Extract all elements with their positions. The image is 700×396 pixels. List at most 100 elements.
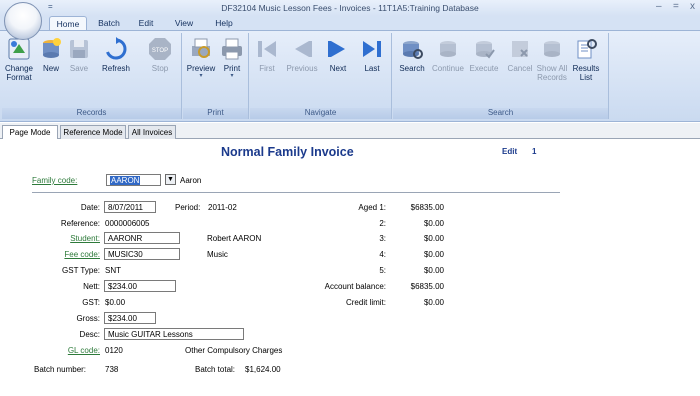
- batch-total-value: $1,624.00: [245, 365, 281, 374]
- student-field[interactable]: AARONR: [104, 232, 180, 244]
- aged1-label: Aged 1:: [358, 203, 386, 212]
- aged1-value: $6835.00: [410, 203, 444, 212]
- family-code-link[interactable]: Family code:: [32, 176, 77, 185]
- previous-record-icon: [295, 41, 312, 57]
- gl-code-description: Other Compulsory Charges: [185, 346, 283, 355]
- aged2-value: $0.00: [423, 219, 444, 228]
- records-group-label: Records: [2, 108, 181, 119]
- minimize-button[interactable]: –: [656, 1, 662, 12]
- credit-limit-value: $0.00: [423, 298, 444, 307]
- tab-help[interactable]: Help: [210, 16, 238, 30]
- next-button[interactable]: Next: [322, 34, 354, 106]
- gl-code-value: 0120: [105, 346, 123, 355]
- navigate-group: First Previous Next Last Navigate: [250, 33, 392, 119]
- continue-search-icon: [440, 41, 456, 57]
- desc-field[interactable]: Music GUITAR Lessons: [104, 328, 244, 340]
- batch-total-label: Batch total:: [195, 365, 236, 374]
- last-record-icon: [363, 41, 381, 57]
- records-group: Change Format New Save Refresh STOP Stop…: [2, 33, 182, 119]
- close-button[interactable]: x: [690, 1, 695, 12]
- gl-code-link[interactable]: GL code:: [36, 346, 100, 355]
- next-record-icon: [328, 41, 345, 57]
- tab-edit[interactable]: Edit: [133, 16, 159, 30]
- new-button[interactable]: New: [38, 34, 64, 106]
- gross-field[interactable]: $234.00: [104, 312, 156, 324]
- print-button[interactable]: Print ▾: [217, 34, 247, 106]
- aged3-value: $0.00: [423, 234, 444, 243]
- stop-icon: STOP: [149, 38, 171, 60]
- aged5-value: $0.00: [423, 266, 444, 275]
- ribbon-tab-bar: Home Batch Edit View Help: [0, 16, 700, 30]
- preview-button[interactable]: Preview ▾: [185, 34, 217, 106]
- save-icon: [70, 40, 88, 58]
- student-name: Robert AARON: [207, 234, 262, 243]
- tab-all-invoices[interactable]: All Invoices: [128, 125, 176, 139]
- continue-button[interactable]: Continue: [429, 34, 467, 106]
- change-format-icon: [8, 38, 30, 60]
- previous-button[interactable]: Previous: [284, 34, 320, 106]
- tab-page-mode[interactable]: Page Mode: [2, 125, 58, 140]
- navigate-group-label: Navigate: [250, 108, 391, 119]
- family-code-dropdown-button[interactable]: ▼: [165, 174, 176, 185]
- student-link[interactable]: Student:: [36, 234, 100, 243]
- first-record-icon: [258, 41, 276, 57]
- fee-code-description: Music: [207, 250, 228, 259]
- cancel-search-icon: [512, 41, 528, 57]
- tab-reference-mode[interactable]: Reference Mode: [60, 125, 126, 139]
- tab-batch[interactable]: Batch: [94, 16, 124, 30]
- family-code-field[interactable]: AARON: [106, 174, 161, 186]
- search-group: Search Continue Execute Cancel Show All …: [393, 33, 609, 119]
- refresh-icon: [106, 37, 127, 60]
- execute-button[interactable]: Execute: [467, 34, 501, 106]
- application-menu-button[interactable]: [4, 2, 42, 40]
- change-format-button[interactable]: Change Format: [2, 34, 36, 106]
- tab-home[interactable]: Home: [49, 16, 87, 30]
- maximize-button[interactable]: =: [673, 1, 679, 12]
- chevron-down-icon: ▼: [167, 176, 174, 183]
- fee-code-link[interactable]: Fee code:: [36, 250, 100, 259]
- fee-code-field[interactable]: MUSIC30: [104, 248, 180, 260]
- desc-label: Desc:: [79, 330, 100, 339]
- gst-value: $0.00: [105, 298, 126, 307]
- account-balance-value: $6835.00: [410, 282, 444, 291]
- account-balance-label: Account balance:: [324, 282, 386, 291]
- ribbon: Change Format New Save Refresh STOP Stop…: [0, 30, 700, 122]
- first-button[interactable]: First: [252, 34, 282, 106]
- date-label: Date:: [80, 203, 100, 212]
- window-title: DF32104 Music Lesson Fees - Invoices - 1…: [221, 3, 479, 13]
- document-tab-bar: Page Mode Reference Mode All Invoices: [0, 123, 700, 140]
- cancel-search-button[interactable]: Cancel: [505, 34, 535, 106]
- save-button[interactable]: Save: [66, 34, 92, 106]
- batch-number-value: 738: [105, 365, 119, 374]
- aged2-label: 2:: [379, 219, 386, 228]
- gst-type-label: GST Type:: [62, 266, 100, 275]
- search-button[interactable]: Search: [397, 34, 427, 106]
- aged5-label: 5:: [379, 266, 386, 275]
- chevron-down-icon: ▾: [199, 73, 203, 79]
- print-preview-icon: [192, 38, 210, 58]
- page-title: Normal Family Invoice: [221, 145, 354, 159]
- results-list-button[interactable]: Results List: [569, 34, 603, 106]
- gst-label: GST:: [82, 298, 100, 307]
- refresh-button[interactable]: Refresh: [94, 34, 138, 106]
- aged3-label: 3:: [379, 234, 386, 243]
- print-group: Preview ▾ Print ▾ Print: [183, 33, 249, 119]
- aged4-label: 4:: [379, 250, 386, 259]
- family-name: Aaron: [180, 176, 202, 185]
- print-group-label: Print: [183, 108, 248, 119]
- batch-number-label: Batch number:: [34, 365, 87, 374]
- show-all-records-icon: [544, 41, 560, 57]
- last-button[interactable]: Last: [356, 34, 388, 106]
- nett-label: Nett:: [83, 282, 100, 291]
- edit-mode-label: Edit: [502, 147, 518, 156]
- tab-view[interactable]: View: [170, 16, 198, 30]
- reference-value: 0000006005: [105, 219, 150, 228]
- gst-type-value: SNT: [105, 266, 121, 275]
- new-record-icon: [43, 38, 61, 58]
- stop-button[interactable]: STOP Stop: [140, 34, 180, 106]
- date-field[interactable]: 8/07/2011: [104, 201, 156, 213]
- aged4-value: $0.00: [423, 250, 444, 259]
- period-label: Period:: [175, 203, 201, 212]
- show-all-records-button[interactable]: Show All Records: [535, 34, 569, 106]
- nett-field[interactable]: $234.00: [104, 280, 176, 292]
